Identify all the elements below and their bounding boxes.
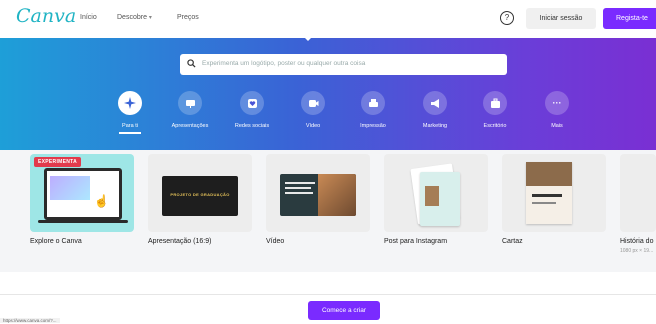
help-icon[interactable]: ? bbox=[500, 11, 514, 25]
template-card-video[interactable]: Vídeo bbox=[266, 154, 370, 245]
category-impressao[interactable]: Impressão bbox=[343, 91, 403, 129]
card-title: Explore o Canva bbox=[30, 238, 82, 245]
search-input[interactable]: Experimenta um logótipo, poster ou qualq… bbox=[202, 60, 365, 67]
nav-link-descobre-label: Descobre bbox=[117, 14, 147, 21]
divider bbox=[0, 294, 656, 295]
thumbnail-caption: PROJETO DE GRADUAÇÃO bbox=[170, 192, 230, 197]
printer-icon bbox=[361, 91, 385, 115]
template-card-instagram[interactable]: Post para Instagram bbox=[384, 154, 488, 245]
card-dimensions: 1080 px × 19... bbox=[620, 248, 654, 254]
nav-link-inicio[interactable]: Início bbox=[80, 14, 97, 21]
hero-banner: Experimenta um logótipo, poster ou qualq… bbox=[0, 37, 656, 150]
category-redes-sociais[interactable]: Redes sociais bbox=[222, 91, 282, 129]
category-label: Redes sociais bbox=[234, 123, 270, 129]
canva-logo[interactable]: Canva bbox=[16, 5, 76, 27]
hero-notch bbox=[304, 37, 312, 41]
category-escritorio[interactable]: Escritório bbox=[465, 91, 525, 129]
heart-icon bbox=[240, 91, 264, 115]
category-mais[interactable]: ··· Mais bbox=[527, 91, 587, 129]
register-button[interactable]: Regista-te bbox=[603, 8, 656, 29]
category-label: Marketing bbox=[422, 123, 448, 129]
category-video[interactable]: Vídeo bbox=[283, 91, 343, 129]
search-icon bbox=[187, 59, 196, 68]
card-thumbnail: PROJETO DE GRADUAÇÃO bbox=[148, 154, 252, 232]
nav-link-descobre[interactable]: Descobre ▾ bbox=[117, 14, 152, 21]
category-label: Apresentações bbox=[171, 123, 209, 129]
megaphone-icon bbox=[423, 91, 447, 115]
card-title: Cartaz bbox=[502, 238, 523, 245]
category-label: Escritório bbox=[483, 123, 507, 129]
card-title: História do bbox=[620, 238, 654, 245]
template-card-historia[interactable]: História do 1080 px × 19... bbox=[620, 154, 656, 254]
template-cards-row: ☝ EXPERIMENTA Explore o Canva PROJETO DE… bbox=[0, 150, 656, 272]
category-label: Vídeo bbox=[305, 123, 321, 129]
category-para-ti[interactable]: Para ti bbox=[100, 91, 160, 134]
card-thumbnail bbox=[502, 154, 606, 232]
more-icon: ··· bbox=[545, 91, 569, 115]
card-thumbnail bbox=[266, 154, 370, 232]
chevron-down-icon: ▾ bbox=[148, 15, 152, 21]
nav-link-precos[interactable]: Preços bbox=[177, 14, 199, 21]
card-thumbnail bbox=[620, 154, 656, 232]
card-title: Post para Instagram bbox=[384, 238, 448, 245]
briefcase-icon bbox=[483, 91, 507, 115]
video-icon bbox=[301, 91, 325, 115]
category-label: Para ti bbox=[122, 123, 138, 129]
presentation-icon bbox=[178, 91, 202, 115]
template-card-explore[interactable]: ☝ EXPERIMENTA Explore o Canva bbox=[30, 154, 134, 245]
card-thumbnail bbox=[384, 154, 488, 232]
status-bar-url: https://www.canva.com/?... bbox=[0, 318, 60, 323]
category-apresentacoes[interactable]: Apresentações bbox=[160, 91, 220, 129]
category-label: Mais bbox=[551, 123, 563, 129]
card-title: Apresentação (16:9) bbox=[148, 238, 212, 245]
hand-cursor-icon: ☝ bbox=[94, 194, 109, 208]
login-button[interactable]: Iniciar sessão bbox=[526, 8, 596, 29]
search-bar[interactable]: Experimenta um logótipo, poster ou qualq… bbox=[180, 54, 507, 75]
card-title: Vídeo bbox=[266, 238, 285, 245]
start-creating-button[interactable]: Comece a criar bbox=[308, 301, 380, 320]
sparkle-icon bbox=[118, 91, 142, 115]
experimenta-badge: EXPERIMENTA bbox=[34, 157, 82, 167]
top-navigation: Canva Início Descobre ▾ Preços ? Iniciar… bbox=[0, 0, 656, 38]
template-card-presentation[interactable]: PROJETO DE GRADUAÇÃO Apresentação (16:9) bbox=[148, 154, 252, 245]
template-card-cartaz[interactable]: Cartaz bbox=[502, 154, 606, 245]
card-thumbnail: ☝ EXPERIMENTA bbox=[30, 154, 134, 232]
active-underline bbox=[119, 132, 141, 134]
category-marketing[interactable]: Marketing bbox=[405, 91, 465, 129]
category-label: Impressão bbox=[360, 123, 386, 129]
